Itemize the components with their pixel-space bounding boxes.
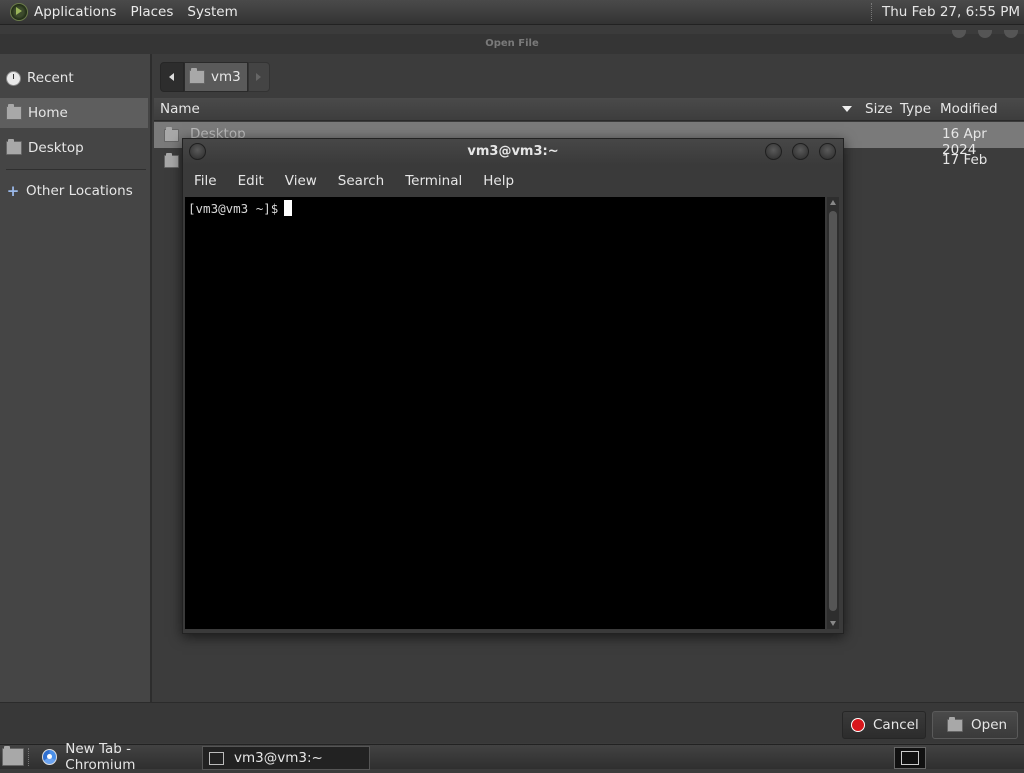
terminal-menu-file[interactable]: File xyxy=(194,173,217,189)
task-label: vm3@vm3:~ xyxy=(234,750,323,766)
column-modified[interactable]: Modified xyxy=(940,101,998,117)
text-cursor xyxy=(284,200,293,216)
sidebar-item-label: Desktop xyxy=(28,140,84,156)
plus-icon: + xyxy=(6,182,20,200)
system-menu[interactable]: System xyxy=(187,4,237,20)
home-folder-icon xyxy=(189,68,205,84)
cancel-icon xyxy=(851,718,865,732)
terminal-screen[interactable]: [vm3@vm3 ~]$ xyxy=(185,197,825,629)
terminal-menu-search[interactable]: Search xyxy=(338,173,384,189)
path-bar: vm3 xyxy=(160,62,270,92)
terminal-menubar: File Edit View Search Terminal Help xyxy=(183,167,843,195)
sidebar-item-label: Recent xyxy=(27,70,74,86)
applications-menu[interactable]: Applications xyxy=(34,4,116,20)
cancel-label: Cancel xyxy=(873,717,919,733)
open-button[interactable]: Open xyxy=(932,711,1018,739)
open-folder-icon xyxy=(947,716,963,732)
folder-icon xyxy=(164,127,179,142)
terminal-maximize-button[interactable] xyxy=(792,143,809,160)
terminal-minimize-button[interactable] xyxy=(765,143,782,160)
terminal-title-bar[interactable]: vm3@vm3:~ xyxy=(183,139,843,165)
terminal-icon xyxy=(209,751,224,765)
terminal-menu-help[interactable]: Help xyxy=(483,173,514,189)
distro-logo-icon[interactable] xyxy=(10,3,28,21)
terminal-menu-view[interactable]: View xyxy=(285,173,317,189)
places-menu[interactable]: Places xyxy=(130,4,173,20)
home-folder-icon xyxy=(6,104,22,120)
sort-descending-icon[interactable] xyxy=(842,106,852,112)
show-desktop-icon[interactable] xyxy=(2,746,24,766)
column-name[interactable]: Name xyxy=(160,101,200,117)
terminal-menu-terminal[interactable]: Terminal xyxy=(405,173,462,189)
panel-separator xyxy=(871,3,874,21)
scroll-down-icon[interactable] xyxy=(830,621,836,626)
column-header: Name Size Type Modified xyxy=(154,98,1024,121)
task-terminal[interactable]: vm3@vm3:~ xyxy=(202,746,370,770)
bottom-panel: New Tab - Chromium vm3@vm3:~ xyxy=(0,741,1024,773)
dialog-title: Open File xyxy=(0,30,1024,54)
sidebar-item-label: Other Locations xyxy=(26,183,133,199)
path-forward-button[interactable] xyxy=(247,62,270,92)
terminal-menu-button[interactable] xyxy=(189,143,206,160)
terminal-title: vm3@vm3:~ xyxy=(467,144,559,159)
dialog-footer: Cancel Open xyxy=(0,702,1024,743)
places-sidebar: Recent Home Desktop + Other Locations xyxy=(0,54,152,702)
sidebar-separator xyxy=(6,169,146,170)
path-crumb-home[interactable]: vm3 xyxy=(184,62,248,92)
shell-prompt: [vm3@vm3 ~]$ xyxy=(188,200,293,216)
sidebar-item-other-locations[interactable]: + Other Locations xyxy=(0,176,148,206)
prompt-text: [vm3@vm3 ~]$ xyxy=(188,200,279,216)
sidebar-item-desktop[interactable]: Desktop xyxy=(0,133,148,163)
folder-icon xyxy=(6,139,22,155)
scroll-up-icon[interactable] xyxy=(830,200,836,205)
file-modified: 17 Feb xyxy=(942,152,988,168)
terminal-menu-edit[interactable]: Edit xyxy=(238,173,264,189)
open-label: Open xyxy=(971,717,1008,733)
terminal-window: vm3@vm3:~ File Edit View Search Terminal… xyxy=(182,138,844,634)
path-crumb-label: vm3 xyxy=(211,69,241,85)
dialog-maximize-button[interactable] xyxy=(978,30,992,38)
sidebar-item-recent[interactable]: Recent xyxy=(0,63,148,93)
task-label: New Tab - Chromium xyxy=(65,741,136,773)
terminal-scrollbar[interactable] xyxy=(827,197,839,629)
chromium-icon xyxy=(42,749,58,765)
column-type[interactable]: Type xyxy=(900,101,931,117)
scrollbar-thumb[interactable] xyxy=(829,211,837,611)
folder-icon xyxy=(164,153,179,168)
sidebar-item-home[interactable]: Home xyxy=(0,98,148,128)
sidebar-item-label: Home xyxy=(28,105,68,121)
clock[interactable]: Thu Feb 27, 6:55 PM xyxy=(882,4,1020,20)
dialog-minimize-button[interactable] xyxy=(952,30,966,38)
task-chromium[interactable]: New Tab - Chromium xyxy=(34,741,198,773)
column-size[interactable]: Size xyxy=(865,101,893,117)
path-back-button[interactable] xyxy=(160,62,184,92)
clock-icon xyxy=(6,70,21,86)
workspace-switcher[interactable] xyxy=(894,747,926,769)
top-panel: Applications Places System Thu Feb 27, 6… xyxy=(0,0,1024,25)
dialog-close-button[interactable] xyxy=(1004,30,1018,38)
taskbar-separator xyxy=(28,748,29,766)
cancel-button[interactable]: Cancel xyxy=(842,711,926,739)
terminal-close-button[interactable] xyxy=(819,143,836,160)
